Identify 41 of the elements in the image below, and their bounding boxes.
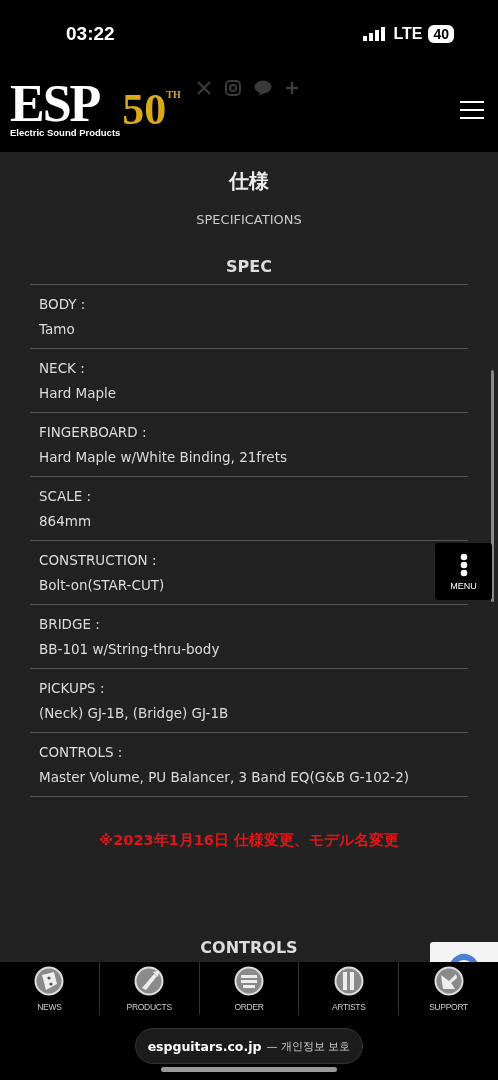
menu-icon[interactable] [460,101,484,119]
scrollbar[interactable] [491,370,494,602]
url-domain: espguitars.co.jp [147,1038,262,1054]
spec-label: CONSTRUCTION : [39,551,158,570]
spec-value: Hard Maple w/White Binding, 21frets [39,448,288,467]
status-time: 03:22 [66,23,115,45]
logo-wordmark[interactable]: ESP [10,81,100,127]
vertical-dots-icon [459,552,468,577]
privacy-label: — 개인정보 보호 [266,1038,351,1054]
spec-value: Master Volume, PU Balancer, 3 Band EQ(G&B G-102-2) [39,768,411,787]
nav-tab[interactable]: NEWS [0,962,99,1015]
spec-value: 864mm [39,512,93,531]
spec-label: BRIDGE : [39,615,101,634]
x-icon[interactable] [196,80,212,96]
address-bar[interactable]: espguitars.co.jp — 개인정보 보호 [135,1028,363,1064]
anniversary-number: 50 [122,85,167,135]
floating-menu-button[interactable]: MENU [435,543,492,600]
spec-label: CONTROLS : [39,743,124,762]
spec-label: BODY : [39,295,87,314]
spec-label: SCALE : [39,487,93,506]
spec-value: BB-101 w/String-thru-body [39,640,221,659]
spec-heading: SPEC [226,257,272,276]
section-title: 仕様 [229,168,269,194]
logo-tagline: Electric Sound Products [10,127,121,139]
anniversary-suffix: TH [166,89,181,100]
camera-icon[interactable] [225,80,241,96]
home-indicator[interactable] [161,1067,337,1072]
chat-bubble-icon[interactable] [254,80,272,96]
section-heading: CONTROLS [200,938,298,957]
spec-label: FINGERBOARD : [39,423,148,442]
spec-label: NECK : [39,359,86,378]
network-label: LTE [393,25,423,43]
notice-text: ※2023年1月16日 仕様変更、モデル名変更 [99,831,399,850]
battery-level: 40 [428,25,454,43]
plus-icon[interactable] [285,81,299,95]
spec-value: (Neck) GJ-1B, (Bridge) GJ-1B [39,704,230,723]
section-subtitle: SPECIFICATIONS [196,212,302,227]
spec-label: PICKUPS : [39,679,106,698]
signal-icon [363,27,388,41]
spec-value: Tamo [39,320,76,339]
spec-value: Hard Maple [39,384,118,403]
